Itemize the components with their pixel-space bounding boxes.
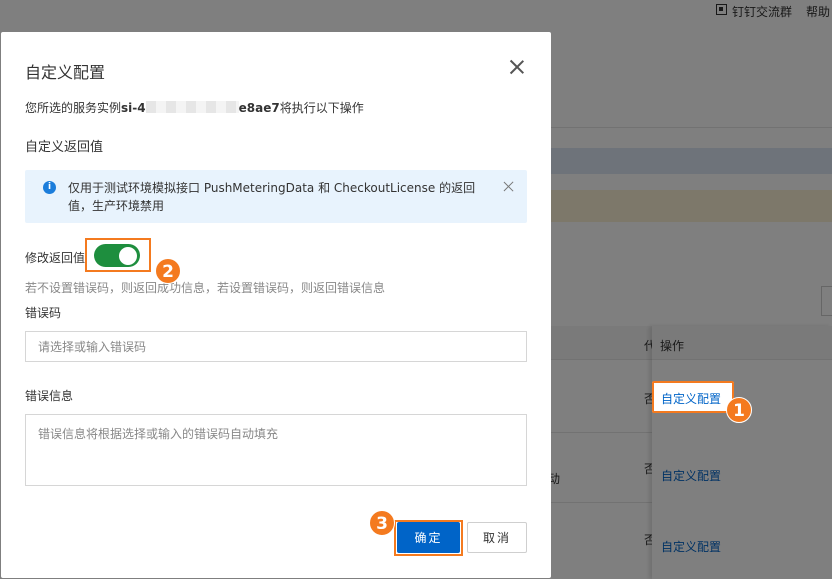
instance-suffix: 将执行以下操作: [279, 101, 364, 115]
cancel-button[interactable]: 取消: [467, 522, 527, 553]
error-code-label: 错误码: [25, 306, 62, 320]
callout-badge-3: 3: [369, 510, 395, 536]
instance-id-end: e8ae7: [238, 101, 280, 115]
modify-return-toggle[interactable]: [94, 244, 140, 267]
callout-badge-2: 2: [155, 258, 181, 284]
instance-prefix: 您所选的服务实例: [25, 101, 122, 115]
confirm-button[interactable]: 确定: [397, 522, 460, 553]
instance-line: 您所选的服务实例si-4 e8ae7将执行以下操作: [25, 99, 364, 116]
callout-badge-1: 1: [726, 397, 752, 423]
modify-return-label: 修改返回值: [25, 251, 86, 265]
section-title: 自定义返回值: [25, 140, 104, 155]
hint-text: 若不设置错误码，则返回成功信息，若设置错误码，则返回错误信息: [25, 281, 386, 295]
custom-config-dialog: 自定义配置 您所选的服务实例si-4 e8ae7将执行以下操作 自定义返回值 i …: [1, 32, 551, 578]
error-message-textarea[interactable]: [25, 414, 527, 486]
toggle-knob: [119, 246, 137, 265]
notice-text: 仅用于测试环境模拟接口 PushMeteringData 和 CheckoutL…: [68, 181, 476, 213]
close-icon[interactable]: [509, 59, 525, 75]
redacted-mask: [145, 101, 239, 113]
instance-id-start: si-4: [121, 101, 146, 115]
notice-banner: i 仅用于测试环境模拟接口 PushMeteringData 和 Checkou…: [25, 170, 527, 223]
error-message-label: 错误信息: [25, 389, 74, 403]
error-code-input[interactable]: [25, 331, 527, 362]
dialog-title: 自定义配置: [25, 63, 106, 82]
custom-config-link-highlighted[interactable]: 自定义配置: [661, 390, 721, 407]
info-icon: i: [43, 181, 56, 194]
notice-close-icon[interactable]: [503, 181, 515, 193]
